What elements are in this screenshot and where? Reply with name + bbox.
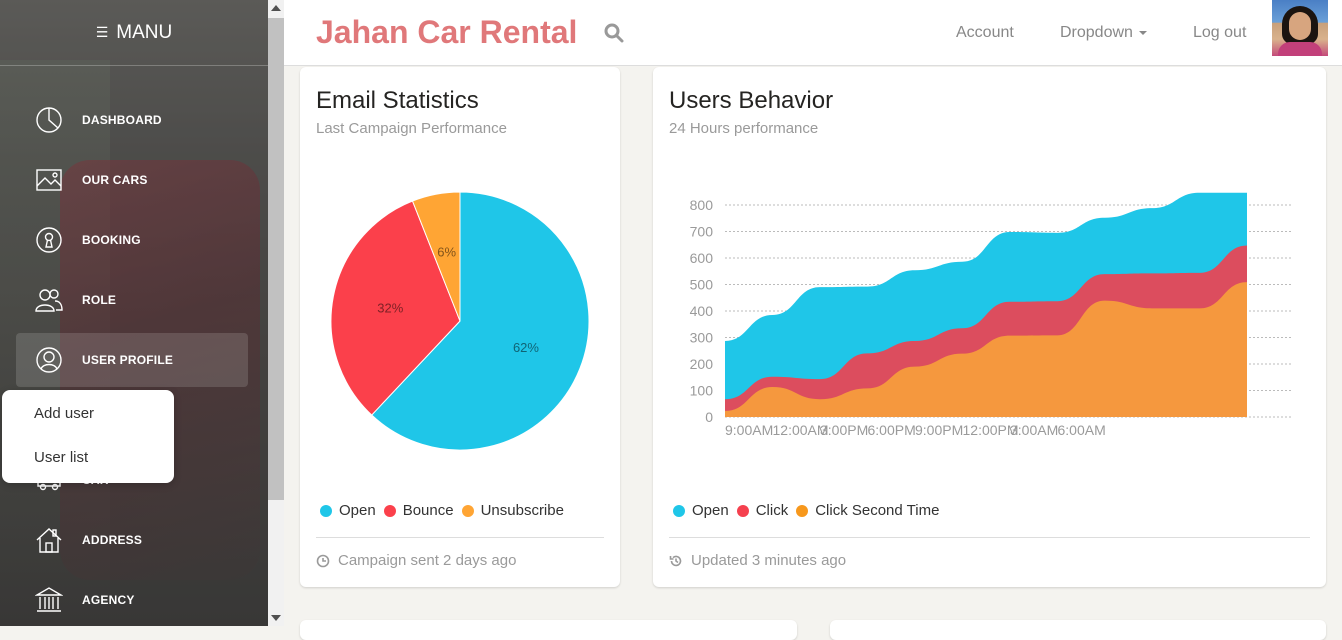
logout-link[interactable]: Log out — [1193, 24, 1246, 42]
sidebar-header[interactable]: ☰ MANU — [0, 0, 268, 66]
bank-icon — [34, 585, 64, 615]
y-tick-label: 700 — [690, 224, 714, 240]
top-navbar: Jahan Car Rental Account Dropdown Log ou… — [284, 0, 1342, 66]
x-tick-label: 3:00PM — [820, 422, 868, 438]
email-pie-chart: 62% 32% 6% — [330, 191, 590, 451]
area-legend: Open Click Click Second Time — [673, 502, 947, 519]
sidebar: ☰ MANU DASHBOARD OUR CARS BOOKING ROLE U… — [0, 0, 268, 626]
dropdown-toggle[interactable]: Dropdown — [1060, 24, 1147, 42]
sidebar-item-label: OUR CARS — [82, 173, 148, 187]
card-subtitle: Last Campaign Performance — [316, 120, 507, 137]
pie-legend: Open Bounce Unsubscribe — [320, 502, 572, 519]
search-icon[interactable] — [604, 23, 624, 43]
y-tick-label: 800 — [690, 197, 714, 213]
pie-label-bounce: 32% — [377, 301, 403, 316]
card-footer: Campaign sent 2 days ago — [316, 552, 516, 569]
legend-item-bounce: Bounce — [383, 502, 454, 519]
brand-title[interactable]: Jahan Car Rental — [316, 14, 577, 51]
sidebar-item-label: AGENCY — [82, 593, 135, 607]
x-tick-label: 6:00PM — [868, 422, 916, 438]
y-tick-label: 400 — [690, 303, 714, 319]
card-title: Email Statistics — [316, 87, 479, 114]
avatar[interactable] — [1272, 0, 1328, 56]
history-icon — [669, 555, 682, 566]
home-icon — [34, 525, 64, 555]
y-tick-label: 500 — [690, 277, 714, 293]
x-tick-label: 9:00AM — [725, 422, 773, 438]
card-subtitle: 24 Hours performance — [669, 120, 819, 137]
bottom-card-left — [300, 620, 797, 640]
pie-label-unsubscribe: 6% — [437, 244, 456, 259]
submenu-add-user[interactable]: Add user — [2, 390, 174, 434]
sidebar-item-user-profile[interactable]: USER PROFILE — [16, 333, 248, 387]
scroll-down-arrow-icon[interactable] — [271, 615, 281, 621]
image-icon — [34, 165, 64, 195]
sidebar-item-label: ADDRESS — [82, 533, 143, 547]
email-statistics-card: Email Statistics Last Campaign Performan… — [300, 67, 620, 587]
clock-icon — [316, 554, 330, 567]
scrollbar-thumb[interactable] — [268, 18, 284, 500]
card-footer: Updated 3 minutes ago — [669, 552, 846, 569]
sidebar-item-agency[interactable]: AGENCY — [16, 573, 248, 626]
sidebar-item-label: BOOKING — [82, 233, 141, 247]
bottom-card-right — [830, 620, 1326, 640]
x-tick-label: 9:00PM — [915, 422, 963, 438]
account-link[interactable]: Account — [956, 24, 1014, 42]
user-circle-icon — [34, 345, 64, 375]
sidebar-scrollbar[interactable] — [268, 0, 284, 626]
menu-icon: ☰ — [95, 24, 109, 40]
user-profile-submenu: Add user User list — [2, 390, 174, 483]
users-area-chart: 01002003004005006007008009:00AM 12:00AM3:… — [690, 192, 1293, 438]
users-behavior-card: Users Behavior 24 Hours performance 0 100… — [653, 67, 1326, 587]
keyhole-icon — [34, 225, 64, 255]
card-divider — [316, 537, 604, 538]
sidebar-item-address[interactable]: ADDRESS — [16, 513, 248, 567]
y-tick-label: 100 — [690, 383, 714, 399]
x-tick-label: 6:00AM — [1058, 422, 1106, 438]
sidebar-item-booking[interactable]: BOOKING — [16, 213, 248, 267]
sidebar-item-label: USER PROFILE — [82, 353, 174, 367]
sidebar-item-label: DASHBOARD — [82, 113, 162, 127]
y-tick-label: 200 — [690, 356, 714, 372]
y-tick-label: 600 — [690, 250, 714, 266]
pie-label-open: 62% — [513, 340, 539, 355]
legend-item-click: Click — [736, 502, 788, 519]
sidebar-item-role[interactable]: ROLE — [16, 273, 248, 327]
scroll-up-arrow-icon[interactable] — [271, 5, 281, 11]
card-divider — [669, 537, 1310, 538]
y-tick-label: 0 — [705, 409, 713, 425]
submenu-user-list[interactable]: User list — [2, 434, 174, 478]
dropdown-label: Dropdown — [1060, 24, 1133, 41]
sidebar-title: MANU — [116, 21, 173, 43]
x-tick-label: 3:00AM — [1010, 422, 1058, 438]
card-title: Users Behavior — [669, 87, 834, 114]
caret-down-icon — [1138, 30, 1147, 35]
pie-chart-icon — [34, 105, 64, 135]
y-tick-label: 300 — [690, 330, 714, 346]
legend-item-open: Open — [320, 502, 376, 519]
sidebar-item-our-cars[interactable]: OUR CARS — [16, 153, 248, 207]
users-icon — [34, 285, 64, 315]
legend-item-unsubscribe: Unsubscribe — [461, 502, 564, 519]
legend-item-click-second-time: Click Second Time — [796, 502, 939, 519]
legend-item-open: Open — [673, 502, 729, 519]
sidebar-item-label: ROLE — [82, 293, 117, 307]
sidebar-item-dashboard[interactable]: DASHBOARD — [16, 93, 248, 147]
